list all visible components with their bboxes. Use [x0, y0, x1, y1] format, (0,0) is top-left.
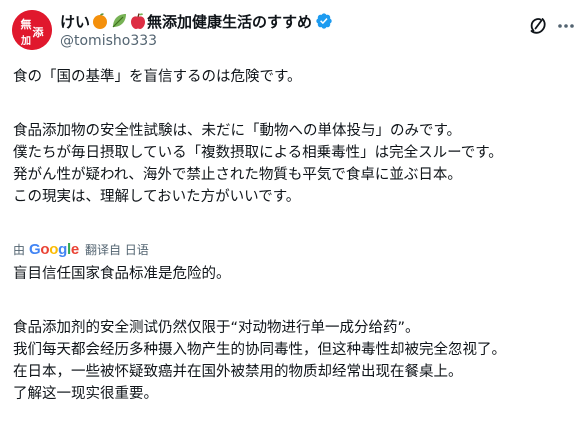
- original-text-line-3: 僕たちが毎日摂取している「複数摂取による相乗毒性」は完全スルーです。: [13, 145, 503, 161]
- more-icon: [558, 24, 574, 28]
- avatar[interactable]: 無 添 加: [12, 10, 52, 50]
- avatar-logo-icon: 無 添 加: [12, 10, 52, 50]
- google-letter: o: [49, 240, 59, 258]
- translated-text-line-4: 在日本，一些被怀疑致癌并在国外被禁用的物质却经常出现在餐桌上。: [13, 364, 463, 380]
- display-name-prefix: けい: [60, 12, 91, 31]
- original-text-line-2: 食品添加物の安全性試験は、未だに「動物への単体投与」のみです。: [13, 123, 462, 139]
- original-text-line-1: 食の「国の基準」を盲信するのは危険です。: [13, 69, 302, 85]
- translated-text-line-2: 食品添加剂的安全测试仍然仅限于“对动物进行单一成分给药”。: [13, 320, 420, 336]
- google-letter: e: [70, 240, 79, 258]
- translation-bar: 由 Google 翻译自 日语: [13, 240, 149, 258]
- google-letter: g: [58, 240, 68, 258]
- more-button[interactable]: [556, 16, 576, 36]
- grok-icon: [530, 18, 546, 34]
- apple-icon: [129, 12, 147, 30]
- google-logo: Google: [29, 241, 79, 258]
- verified-badge-icon: [315, 12, 333, 30]
- original-text-line-5: この現実は、理解しておいた方がいいです。: [13, 189, 301, 205]
- svg-text:加: 加: [20, 34, 31, 47]
- translated-text-line-3: 我们每天都会经历多种摄入物产生的协同毒性，但这种毒性却被完全忽视了。: [13, 342, 506, 358]
- author-handle[interactable]: @tomisho333: [60, 33, 157, 49]
- svg-text:無: 無: [21, 17, 32, 31]
- translated-text-line-5: 了解这一现实很重要。: [13, 386, 158, 402]
- google-letter: o: [40, 240, 50, 258]
- google-letter: G: [29, 240, 41, 258]
- post: 無 添 加 けい 無添加健康生活のすすめ @tomisho333 食の「国の基準…: [0, 0, 585, 436]
- leaf-icon: [110, 12, 128, 30]
- translated-by-label: 由: [13, 242, 26, 257]
- translated-from-label[interactable]: 翻译自 日语: [85, 241, 149, 258]
- author-name-row[interactable]: けい 無添加健康生活のすすめ: [60, 10, 333, 32]
- orange-icon: [91, 12, 109, 30]
- translated-text-line-1: 盲目信任国家食品标准是危险的。: [13, 266, 231, 282]
- svg-text:添: 添: [33, 25, 45, 39]
- display-name-suffix: 無添加健康生活のすすめ: [147, 12, 313, 31]
- original-text-line-4: 発がん性が疑われ、海外で禁止された物質も平気で食卓に並ぶ日本。: [13, 167, 462, 183]
- grok-button[interactable]: [528, 16, 548, 36]
